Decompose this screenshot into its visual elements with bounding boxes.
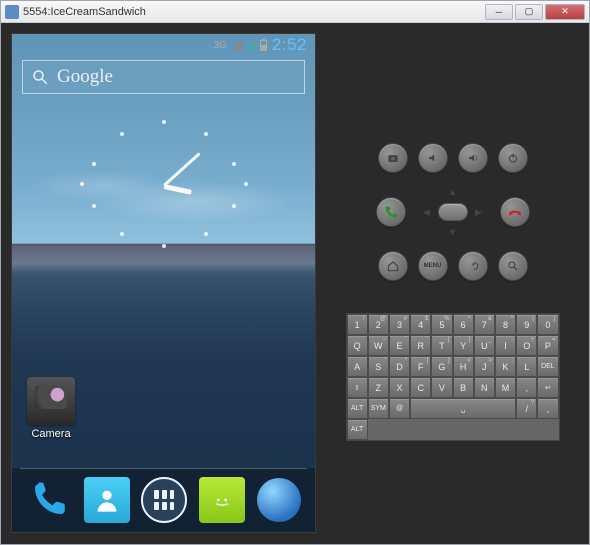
dock-browser[interactable] [257,478,301,522]
dock-apps[interactable] [141,477,187,523]
signal-icon [232,40,242,50]
dpad-center[interactable] [438,203,468,221]
minimize-button[interactable]: ─ [485,4,513,20]
app-icon [5,5,19,19]
key-i[interactable]: I- [495,335,516,356]
key-n[interactable]: N [474,377,495,398]
key-⇧[interactable]: ⇧ [347,377,368,398]
titlebar: 5554:IceCreamSandwich ─ ▢ ✕ [1,1,589,23]
key-2[interactable]: 2@ [368,314,389,335]
dock-phone[interactable] [26,477,72,523]
app-label: Camera [24,428,78,440]
app-shortcut-camera[interactable]: Camera [24,377,78,440]
key-x[interactable]: X [389,377,410,398]
emulator-window: 5554:IceCreamSandwich ─ ▢ ✕ 3G 2:52 [0,0,590,545]
key-7[interactable]: 7& [474,314,495,335]
key-↵[interactable]: ↵ [537,377,558,398]
hw-power-button[interactable] [498,143,528,173]
hw-camera-button[interactable] [378,143,408,173]
apps-grid-icon [154,490,174,510]
key-,[interactable]: , [516,377,537,398]
key-del[interactable]: DEL [537,356,558,377]
dpad: ▲ ◀ ▶ ▼ [416,183,490,241]
key-p[interactable]: P= [537,335,558,356]
key-o[interactable]: O+ [516,335,537,356]
key-v[interactable]: V [431,377,452,398]
dock-contacts[interactable] [84,477,130,523]
maximize-button[interactable]: ▢ [515,4,543,20]
key-8[interactable]: 8* [495,314,516,335]
key-t[interactable]: T{ [431,335,452,356]
key-c[interactable]: C [410,377,431,398]
key-0[interactable]: 0) [537,314,558,335]
hardware-keyboard: 1!2@3#4$5%6^7&8*9(0) QW~E¯R`T{Y}U_I-O+P= A… [346,313,560,441]
key-␣[interactable]: ␣ [410,398,516,419]
close-button[interactable]: ✕ [545,4,585,20]
battery-icon [260,40,267,51]
key-w[interactable]: W~ [368,335,389,356]
dock [12,468,315,532]
hw-search-button[interactable] [498,251,528,281]
key-5[interactable]: 5% [431,314,452,335]
dpad-right[interactable]: ▶ [475,207,482,218]
hardware-buttons: ▲ ◀ ▶ ▼ MENU [376,143,530,281]
key-1[interactable]: 1! [347,314,368,335]
control-panel: ▲ ◀ ▶ ▼ MENU 1!2@3#4$5%6^7&8*9(0)QW~E¯R [326,33,579,534]
status-bar: 3G 2:52 [12,34,315,56]
dpad-down[interactable]: ▼ [448,227,457,237]
hw-back-button[interactable] [458,251,488,281]
key-g[interactable]: G] [431,356,452,377]
key-e[interactable]: E¯ [389,335,410,356]
dpad-up[interactable]: ▲ [448,187,457,197]
key-9[interactable]: 9( [516,314,537,335]
key-m[interactable]: M. [495,377,516,398]
hw-volume-up-button[interactable] [458,143,488,173]
key-/[interactable]: /? [516,398,537,419]
key-h[interactable]: H< [453,356,474,377]
key-r[interactable]: R` [410,335,431,356]
key-u[interactable]: U_ [474,335,495,356]
search-bar[interactable]: Google [22,60,305,94]
key-b[interactable]: B [453,377,474,398]
hw-volume-down-button[interactable] [418,143,448,173]
key-alt[interactable]: ALT [347,419,368,440]
key-4[interactable]: 4$ [410,314,431,335]
hw-end-button[interactable] [500,197,530,227]
key-f[interactable]: F[ [410,356,431,377]
status-clock: 2:52 [272,35,307,55]
search-placeholder: Google [57,66,113,88]
key-q[interactable]: Q [347,335,368,356]
key-y[interactable]: Y} [453,335,474,356]
hw-home-button[interactable] [378,251,408,281]
key-l[interactable]: L: [516,356,537,377]
key-3[interactable]: 3# [389,314,410,335]
hw-call-button[interactable] [376,197,406,227]
device-frame: 3G 2:52 Google [11,33,316,533]
key-s[interactable]: S' [368,356,389,377]
dpad-left[interactable]: ◀ [423,207,430,218]
signal-icon-2 [245,40,255,50]
analog-clock-widget[interactable] [64,114,264,254]
hw-menu-button[interactable]: MENU [418,251,448,281]
key-@[interactable]: @ [389,398,410,419]
search-icon [31,68,49,86]
device-screen[interactable]: 3G 2:52 Google [12,34,315,532]
key-sym[interactable]: SYM [368,398,389,419]
key-j[interactable]: J> [474,356,495,377]
camera-icon [27,377,75,425]
key-k[interactable]: K; [495,356,516,377]
key-,[interactable]: , [537,398,558,419]
key-z[interactable]: Z [368,377,389,398]
key-alt[interactable]: ALT [347,398,368,419]
key-6[interactable]: 6^ [453,314,474,335]
key-a[interactable]: A [347,356,368,377]
network-label: 3G [214,40,227,51]
window-title: 5554:IceCreamSandwich [23,6,146,18]
dock-messaging[interactable] [199,477,245,523]
key-d[interactable]: D" [389,356,410,377]
